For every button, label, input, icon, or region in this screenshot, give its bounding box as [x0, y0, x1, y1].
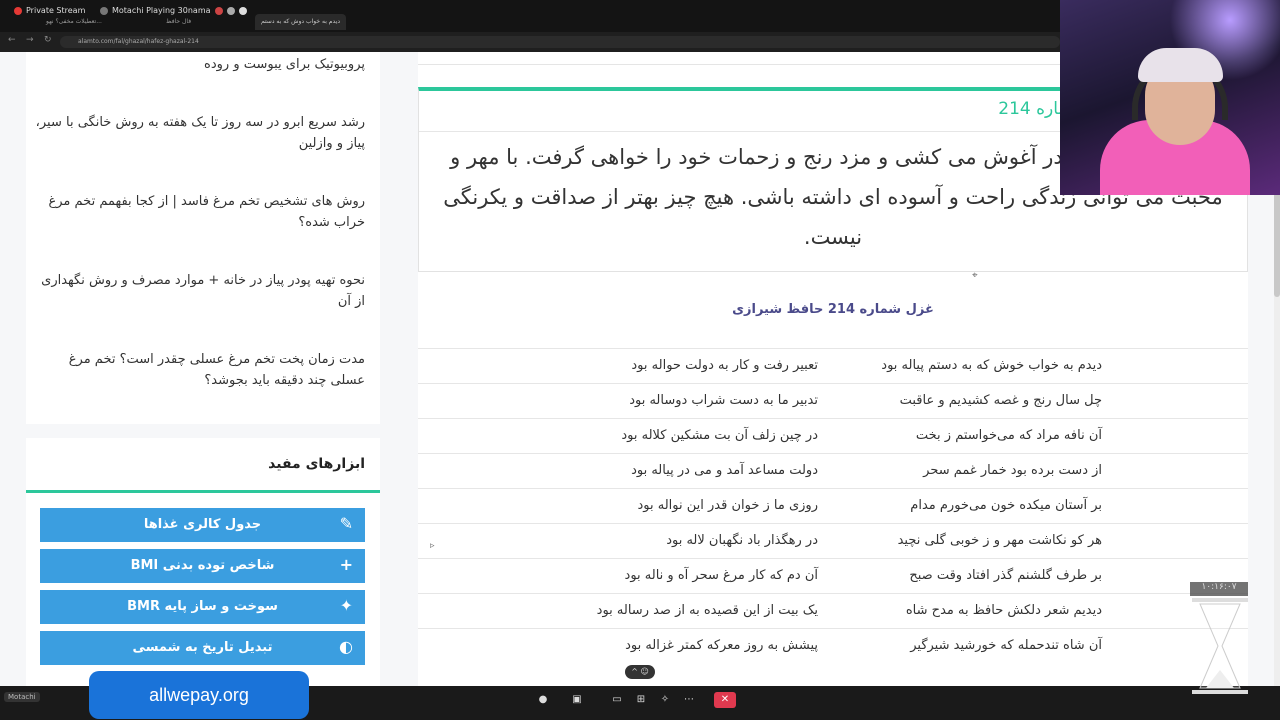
- tools-title: ابزارهای مفید: [268, 456, 365, 472]
- tool-bmr-button[interactable]: ✦ سوخت و ساز پایه BMR: [40, 590, 365, 624]
- verse-row: چل سال رنج و غصه کشیدیم و عاقبت تدبیر ما …: [418, 383, 1248, 419]
- verse-second-hemistich: یک بیت از این قصیده به از صد رساله بود: [596, 603, 818, 618]
- verse-row: بر آستان میکده خون می‌خورم مدام روزی ما ز…: [418, 488, 1248, 524]
- back-icon[interactable]: ←: [8, 35, 16, 45]
- webcam-overlay: [1060, 0, 1280, 195]
- verse-first-hemistich: بر طرف گلشنم گذر افتاد وقت صبح: [909, 568, 1102, 583]
- tool-label: تبدیل تاریخ به شمسی: [132, 640, 273, 655]
- verse-first-hemistich: دیدیم شعر دلکش حافظ به مدح شاه: [905, 603, 1102, 618]
- layout-icon[interactable]: ⊞: [632, 692, 650, 708]
- sidebar-link[interactable]: مدت زمان پخت تخم مرغ عسلی چقدر است؟ تخم …: [35, 349, 365, 391]
- verse-first-hemistich: آن نافه مراد که می‌خواستم ز بخت: [915, 428, 1102, 443]
- verse-second-hemistich: روزی ما ز خوان قدر این نواله بود: [637, 498, 819, 513]
- verse-second-hemistich: آن دم که کار مرغ سحر آه و ناله بود: [624, 568, 818, 583]
- verse-first-hemistich: بر آستان میکده خون می‌خورم مدام: [910, 498, 1102, 513]
- tool-calorie-button[interactable]: ✎ جدول کالری غذاها: [40, 508, 365, 542]
- mouse-cursor-icon: ▹: [430, 541, 435, 551]
- tool-label: سوخت و ساز پایه BMR: [127, 599, 278, 614]
- verse-second-hemistich: پیشش به روز معرکه کمتر غزاله بود: [625, 638, 818, 653]
- mouse-cursor-icon: ⌖: [972, 270, 978, 281]
- screen-share-icon[interactable]: ▭: [608, 692, 626, 708]
- verse-second-hemistich: تعبیر رفت و کار به دولت حواله بود: [631, 358, 818, 373]
- verse-first-hemistich: از دست برده بود خمار غمم سحر: [923, 463, 1102, 478]
- forward-icon[interactable]: →: [26, 35, 34, 45]
- camera-off-icon[interactable]: ▣: [568, 692, 586, 708]
- poem-title: غزل شماره 214 حافظ شیرازی: [732, 302, 934, 317]
- sidebar-link[interactable]: رشد سریع ابرو در سه روز تا یک هفته به رو…: [35, 112, 365, 154]
- verse-second-hemistich: دولت مساعد آمد و می در پیاله بود: [631, 463, 818, 478]
- sidebar-link[interactable]: روش های تشخیص تخم مرغ فاسد | از کجا بفهم…: [35, 191, 366, 233]
- hourglass-icon: [1192, 598, 1248, 694]
- browser-tab-active[interactable]: دیدم به خواب دوش که به دستم: [255, 14, 347, 30]
- cap-icon: [1138, 48, 1223, 82]
- verse-row: آن شاه تندحمله که خورشید شیرگیر پیشش به ر…: [418, 628, 1248, 664]
- verse-row: آن نافه مراد که می‌خواستم ز بخت در چین زل…: [418, 418, 1248, 454]
- browser-tab[interactable]: تعطیلات مخفی؟ نهو...: [40, 14, 108, 30]
- verse-first-hemistich: چل سال رنج و غصه کشیدیم و عاقبت: [899, 393, 1102, 408]
- verse-first-hemistich: آن شاه تندحمله که خورشید شیرگیر: [910, 638, 1102, 653]
- verse-row: دیدم به خواب خوش که به دستم پیاله بود تعب…: [418, 348, 1248, 384]
- viewer-avatar-icon: [238, 6, 247, 15]
- tool-label: جدول کالری غذاها: [143, 517, 262, 532]
- verse-second-hemistich: در چین زلف آن بت مشکین کلاله بود: [621, 428, 818, 443]
- verse-row: از دست برده بود خمار غمم سحر دولت مساعد آ…: [418, 453, 1248, 489]
- verse-second-hemistich: تدبیر ما به دست شراب دوساله بود: [629, 393, 818, 408]
- microphone-icon[interactable]: ●: [534, 692, 552, 708]
- reactions-pill[interactable]: ^ ☺: [625, 665, 655, 679]
- tool-label: شاخص توده بدنی BMI: [130, 558, 275, 573]
- viewer-avatar-icon: [226, 6, 235, 15]
- verse-second-hemistich: در رهگذار باد نگهبان لاله بود: [666, 533, 818, 548]
- end-call-button[interactable]: ✕: [714, 692, 736, 708]
- countdown-timer: ۱۰:۱۶:۰۷: [1190, 582, 1248, 596]
- tools-divider: [26, 490, 380, 493]
- tool-date-convert-button[interactable]: ◐ تبدیل تاریخ به شمسی: [40, 631, 365, 665]
- verse-first-hemistich: دیدم به خواب خوش که به دستم پیاله بود: [881, 358, 1102, 373]
- verse-row: دیدیم شعر دلکش حافظ به مدح شاه یک بیت از …: [418, 593, 1248, 629]
- viewer-avatar-icon: [214, 6, 223, 15]
- sidebar-link[interactable]: نحوه تهیه پودر پیاز در خانه + موارد مصرف…: [35, 270, 365, 312]
- live-dot-icon: [14, 6, 22, 15]
- promo-banner[interactable]: allwepay.org: [89, 671, 309, 719]
- sidebar-link[interactable]: پروبیوتیک برای یبوست و روده: [35, 54, 365, 75]
- tool-bmi-button[interactable]: + شاخص توده بدنی BMI: [40, 549, 365, 583]
- verse-row: هر کو نکاشت مهر و ز خوبی گلی نچید در رهگذ…: [418, 523, 1248, 559]
- url-field[interactable]: alamto.com/fal/ghazal/hafez-ghazal-214: [60, 36, 1060, 48]
- reload-icon[interactable]: ↻: [44, 35, 52, 45]
- verse-first-hemistich: هر کو نکاشت مهر و ز خوبی گلی نچید: [897, 533, 1102, 548]
- more-icon[interactable]: ⋯: [680, 692, 698, 708]
- streamer-name-tag: Motachi: [4, 692, 40, 702]
- verse-row: بر طرف گلشنم گذر افتاد وقت صبح آن دم که ک…: [418, 558, 1248, 594]
- browser-tab[interactable]: فال حافظ: [160, 14, 197, 30]
- sidebar-related-posts: پروبیوتیک برای یبوست و روده رشد سریع ابر…: [26, 52, 380, 424]
- effects-icon[interactable]: ✧: [656, 692, 674, 708]
